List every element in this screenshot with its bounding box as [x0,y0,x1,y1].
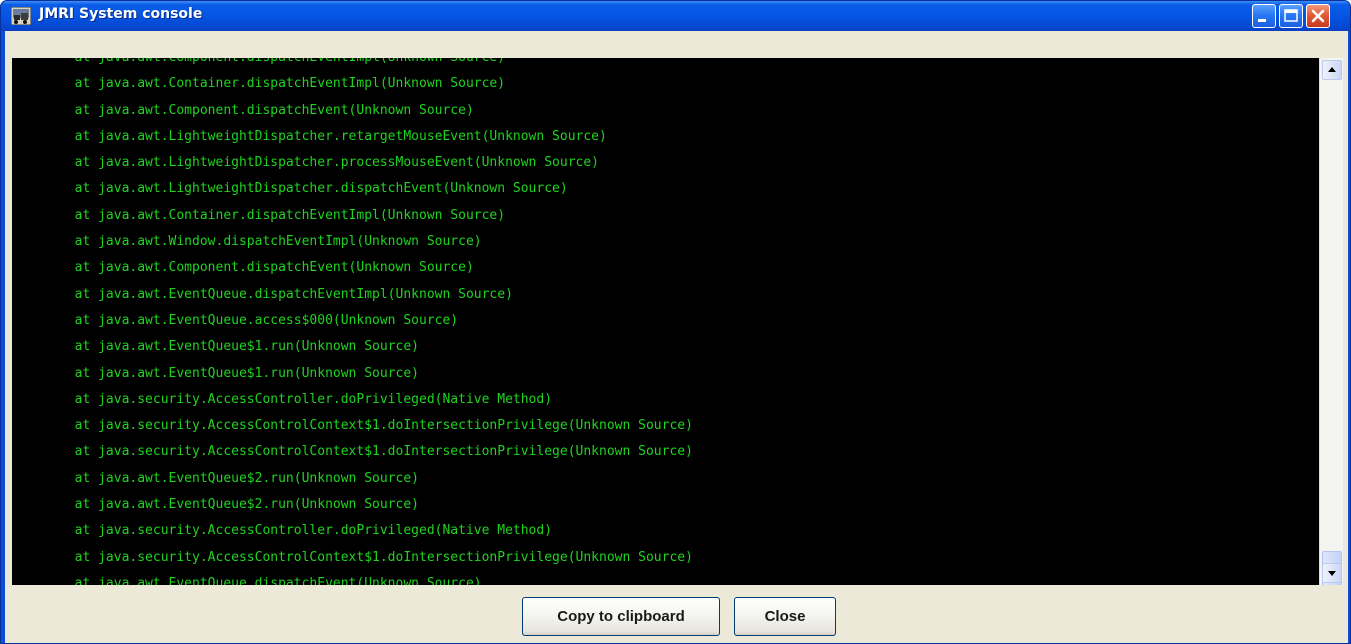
console-output-area[interactable]: at java.awt.Component.dispatchEventImpl(… [12,58,1319,585]
console-line: at java.awt.Component.dispatchEventImpl(… [12,58,505,65]
console-text[interactable]: at java.awt.Component.dispatchEventImpl(… [12,58,693,585]
console-line: at java.awt.LightweightDispatcher.dispat… [12,181,568,197]
console-line: at java.awt.Container.dispatchEventImpl(… [12,76,506,92]
copy-to-clipboard-button[interactable]: Copy to clipboard [522,597,720,636]
console-line: at java.awt.EventQueue$2.run(Unknown Sou… [12,497,419,513]
scroll-down-button[interactable] [1322,563,1342,583]
window-inner-border-left [5,31,12,643]
console-line: at java.awt.Container.dispatchEventImpl(… [12,207,506,223]
console-line: at java.awt.EventQueue$1.run(Unknown Sou… [12,365,419,381]
button-bar: Copy to clipboard Close [12,585,1343,643]
title-bar[interactable]: JMRI System console [1,1,1350,31]
console-line: at java.awt.Component.dispatchEvent(Unkn… [12,260,474,276]
maximize-button[interactable] [1279,4,1303,28]
console-line: at java.awt.Window.dispatchEventImpl(Unk… [12,234,482,250]
console-line: at java.awt.LightweightDispatcher.retarg… [12,128,607,144]
vertical-scrollbar[interactable] [1319,58,1343,591]
console-line: at java.security.AccessControlContext$1.… [12,418,693,434]
scroll-down-arrow-icon [1328,571,1336,576]
console-line: at java.security.AccessController.doPriv… [12,523,553,539]
console-line: at java.awt.EventQueue.dispatchEvent(Unk… [12,575,482,585]
minimize-icon [1258,19,1266,22]
close-icon [1311,9,1325,23]
console-line: at java.awt.EventQueue$1.run(Unknown Sou… [12,339,419,355]
scroll-up-arrow-icon [1328,67,1336,72]
console-window: JMRI System console at java.awt.Componen… [0,0,1351,644]
window-inner-border-right [1343,31,1348,643]
maximize-icon [1284,9,1298,22]
console-line: at java.awt.EventQueue.access$000(Unknow… [12,312,459,328]
jmri-app-icon [11,7,31,25]
minimize-button[interactable] [1252,4,1276,28]
console-line: at java.awt.EventQueue$2.run(Unknown Sou… [12,470,419,486]
console-line: at java.awt.LightweightDispatcher.proces… [12,155,599,171]
console-line: at java.awt.Component.dispatchEvent(Unkn… [12,102,474,118]
scroll-up-button[interactable] [1322,60,1342,80]
console-line: at java.security.AccessController.doPriv… [12,391,553,407]
console-line: at java.security.AccessControlContext$1.… [12,444,693,460]
window-title: JMRI System console [39,6,203,22]
window-inner-border-top [5,31,1348,58]
console-line: at java.security.AccessControlContext$1.… [12,549,693,565]
close-button[interactable]: Close [734,597,836,636]
console-line: at java.awt.EventQueue.dispatchEventImpl… [12,286,513,302]
close-window-button[interactable] [1306,4,1330,28]
